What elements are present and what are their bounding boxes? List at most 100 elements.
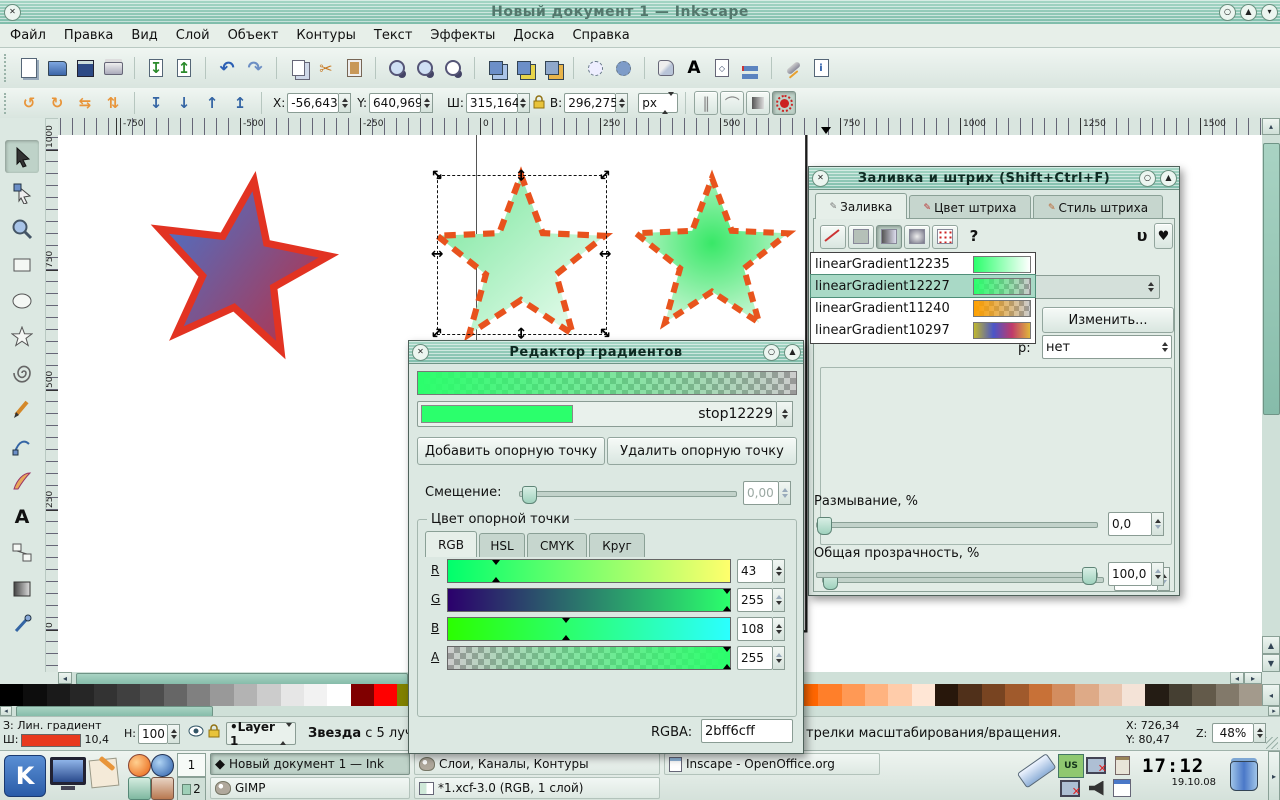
zoom-spinner[interactable] — [1254, 723, 1266, 743]
palette-scroll-fwd-icon[interactable]: ▸ — [1268, 706, 1280, 716]
desktop-1-button[interactable]: 1 — [177, 753, 206, 777]
offset-spinner[interactable] — [779, 481, 791, 505]
zoom-input[interactable]: 48% — [1212, 723, 1254, 743]
vertical-scrollbar-thumb[interactable] — [1263, 143, 1280, 415]
palette-swatch[interactable] — [0, 684, 23, 706]
master-opacity-input[interactable]: 100,0 — [1108, 562, 1152, 586]
palette-swatch[interactable] — [1075, 684, 1098, 706]
palette-swatch[interactable] — [351, 684, 374, 706]
menu-edit[interactable]: Правка — [64, 28, 113, 43]
palette-swatch[interactable] — [888, 684, 911, 706]
channel-r-input[interactable]: 43 — [737, 559, 773, 583]
pencil-tool-icon[interactable] — [5, 392, 39, 425]
palette-swatch[interactable] — [912, 684, 935, 706]
toolbar-grip[interactable] — [4, 54, 9, 82]
clone-icon[interactable] — [511, 55, 537, 81]
palette-swatch[interactable] — [935, 684, 958, 706]
rgba-input[interactable]: 2bff6cff — [701, 719, 793, 743]
new-document-icon[interactable] — [16, 55, 42, 81]
k-menu-icon[interactable]: K — [4, 755, 46, 797]
menu-text[interactable]: Текст — [374, 28, 413, 43]
network-offline-icon[interactable]: ✕ — [1084, 754, 1108, 776]
palette-swatch[interactable] — [1169, 684, 1192, 706]
favorite-icon[interactable]: ♥ — [1154, 223, 1173, 249]
master-opacity-spinner[interactable] — [1152, 562, 1164, 586]
gradient-list-item[interactable]: linearGradient12235 — [811, 253, 1035, 275]
palette-swatch[interactable] — [117, 684, 140, 706]
star-tool-icon[interactable] — [5, 320, 39, 353]
ruler-corner-button[interactable]: ▴ — [1262, 118, 1280, 135]
desktop-2-button[interactable]: 2 — [177, 777, 206, 800]
scale-handle-n-icon[interactable]: ↔ — [514, 169, 529, 182]
select-edit-icon[interactable] — [582, 55, 608, 81]
channel-a-input[interactable]: 255 — [737, 646, 773, 670]
palette-swatch[interactable] — [140, 684, 163, 706]
lock-icon[interactable] — [533, 95, 545, 112]
menu-object[interactable]: Объект — [228, 28, 279, 43]
palette-swatch[interactable] — [257, 684, 280, 706]
opacity-input[interactable]: 100 — [138, 724, 168, 744]
palette-swatch[interactable] — [23, 684, 46, 706]
pattern-toggle-icon[interactable]: ‖ — [694, 91, 718, 115]
units-select[interactable]: px — [638, 93, 678, 113]
blur-section-slider[interactable] — [816, 522, 1098, 528]
x-input[interactable]: -56,643 — [287, 93, 339, 113]
blur-section-handle[interactable] — [817, 517, 832, 535]
maximize-icon[interactable]: ▲ — [1240, 4, 1257, 21]
lower-icon[interactable]: ↓ — [171, 90, 197, 116]
tab-hsl[interactable]: HSL — [479, 533, 525, 557]
shade-icon[interactable]: ○ — [1139, 170, 1156, 187]
menu-icon[interactable]: ▾ — [1261, 4, 1278, 21]
node-editor-tool-icon[interactable] — [5, 176, 39, 209]
firefox-icon[interactable] — [128, 754, 151, 777]
linear-gradient-button[interactable] — [876, 225, 902, 249]
redo-icon[interactable]: ↷ — [242, 55, 268, 81]
fill-stroke-icon[interactable] — [653, 55, 679, 81]
palette-swatch[interactable] — [1216, 684, 1239, 706]
channel-g-input[interactable]: 255 — [737, 588, 773, 612]
usb-device-icon[interactable] — [1008, 757, 1054, 795]
gradient-tool-icon[interactable] — [5, 572, 39, 605]
task-gimp[interactable]: GIMP — [210, 777, 410, 799]
palette-swatch[interactable] — [958, 684, 981, 706]
lower-to-bottom-icon[interactable]: ↧ — [143, 90, 169, 116]
gradient-toggle-icon[interactable] — [746, 91, 770, 115]
transform-toggle-icon[interactable] — [772, 91, 796, 115]
palette-swatch[interactable] — [304, 684, 327, 706]
menu-layer[interactable]: Слой — [176, 28, 210, 43]
tab-cmyk[interactable]: CMYK — [527, 533, 587, 557]
view-icon[interactable]: ◇ — [709, 55, 735, 81]
vertical-scrollbar[interactable] — [1262, 135, 1280, 636]
undo-icon[interactable]: ↶ — [214, 55, 240, 81]
palette-swatch[interactable] — [164, 684, 187, 706]
layer-lock-icon[interactable] — [208, 724, 220, 741]
zoom-tool-icon[interactable] — [5, 212, 39, 245]
tab-wheel[interactable]: Круг — [589, 533, 645, 557]
palette-swatch[interactable] — [1029, 684, 1052, 706]
palette-swatch[interactable] — [281, 684, 304, 706]
star-blue-red[interactable] — [144, 168, 339, 356]
channel-r-slider[interactable] — [447, 559, 731, 583]
palette-scroll-back-icon[interactable]: ◂ — [0, 706, 12, 716]
opacity-spinner[interactable] — [168, 724, 180, 744]
y-spinner[interactable] — [421, 93, 433, 113]
duplicate-icon[interactable] — [483, 55, 509, 81]
rotate-ccw-icon[interactable]: ↺ — [16, 90, 42, 116]
toolbar-grip[interactable] — [4, 93, 9, 114]
dropper-tool-icon[interactable] — [5, 608, 39, 641]
menu-file[interactable]: Файл — [10, 28, 46, 43]
raise-icon[interactable]: ↑ — [199, 90, 225, 116]
scroll-right-icon[interactable]: ▸ — [1244, 672, 1262, 684]
palette-swatch[interactable] — [70, 684, 93, 706]
zoom-drawing-icon[interactable] — [412, 55, 438, 81]
scroll-down-icon[interactable]: ▼ — [1262, 654, 1280, 672]
gradient-list-item[interactable]: linearGradient11240 — [811, 297, 1035, 319]
channel-b-slider[interactable] — [447, 617, 731, 641]
scale-handle-w-icon[interactable]: ↔ — [431, 247, 444, 262]
scroll-left-icon[interactable]: ◂ — [58, 672, 72, 684]
task-gimp-image[interactable]: *1.xcf-3.0 (RGB, 1 слой) — [414, 777, 660, 799]
stop-select[interactable]: stop12229 — [417, 401, 777, 427]
zoom-page-icon[interactable] — [440, 55, 466, 81]
offset-slider-handle[interactable] — [522, 486, 537, 504]
panel-hide-arrow-icon[interactable]: ▸ — [1268, 751, 1280, 800]
